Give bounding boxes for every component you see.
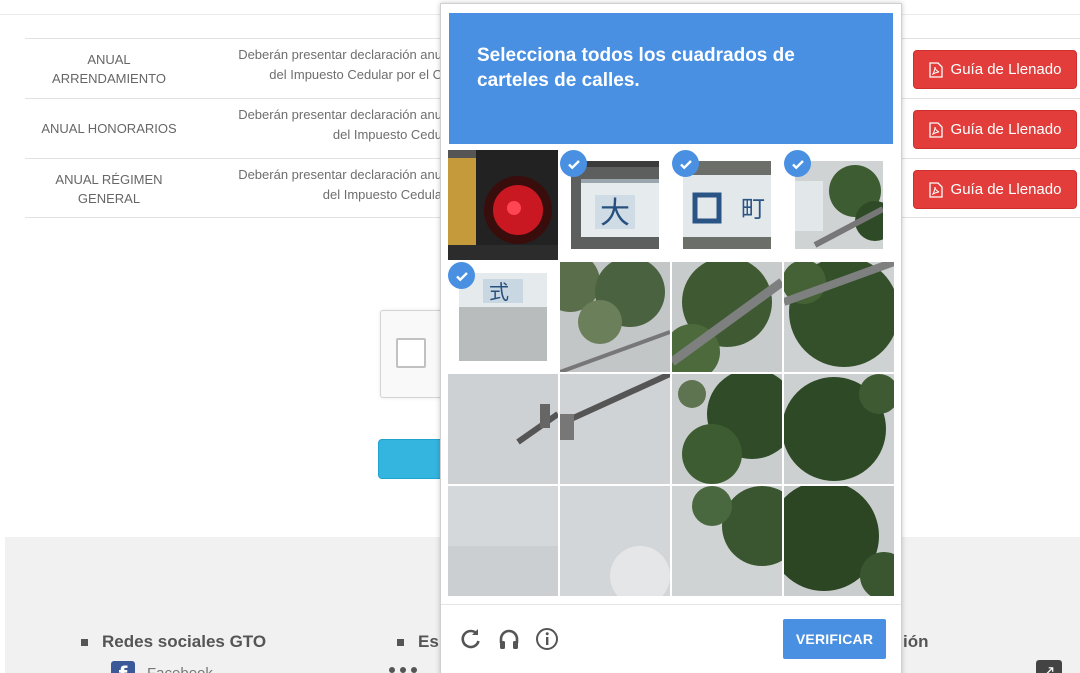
tile-image xyxy=(795,161,883,249)
guia-llenado-button[interactable]: Guía de Llenado xyxy=(913,50,1077,89)
footer-heading-3: ión xyxy=(903,632,929,652)
facebook-label: Facebook xyxy=(147,664,213,673)
description-line: Deberán presentar declaración anu xyxy=(238,47,442,62)
image-tile-pole[interactable] xyxy=(560,374,670,484)
image-tile-trees[interactable] xyxy=(672,262,782,372)
description-line: del Impuesto Cedula xyxy=(322,187,442,202)
image-tile-street-sign[interactable]: 大 xyxy=(560,150,670,260)
pdf-icon xyxy=(928,181,943,198)
image-tile-trees[interactable] xyxy=(672,374,782,484)
recaptcha-challenge: Selecciona todos los cuadrados de cartel… xyxy=(440,3,902,673)
pdf-icon xyxy=(928,121,943,138)
facebook-icon: f xyxy=(111,661,135,673)
image-tile-trees[interactable] xyxy=(784,262,894,372)
challenge-header: Selecciona todos los cuadrados de cartel… xyxy=(449,13,893,144)
footer-heading-text: Redes sociales GTO xyxy=(102,632,267,651)
image-tile-traffic-light[interactable] xyxy=(448,150,558,260)
footer-heading-social: Redes sociales GTO xyxy=(81,632,266,652)
description-line: Deberán presentar declaración anu xyxy=(238,107,442,122)
image-tile-sky[interactable] xyxy=(448,486,558,596)
tile-image xyxy=(672,262,782,372)
footer-heading-text: ión xyxy=(903,632,929,651)
image-grid: 大 町 式 xyxy=(448,150,894,596)
selected-check-icon xyxy=(448,262,475,289)
tile-image xyxy=(672,374,782,484)
reload-icon[interactable] xyxy=(459,627,483,651)
info-icon[interactable] xyxy=(535,627,559,651)
tile-image xyxy=(672,486,782,596)
tile-image: 町 xyxy=(683,161,771,249)
recaptcha-checkbox[interactable] xyxy=(396,338,426,368)
svg-text:町: 町 xyxy=(741,195,765,223)
external-link-icon[interactable]: ↗ xyxy=(1036,660,1062,673)
declaration-description: Deberán presentar declaración anu del Im… xyxy=(207,165,442,215)
image-tile-trees[interactable] xyxy=(784,374,894,484)
declaration-description: Deberán presentar declaración anu del Im… xyxy=(207,45,442,95)
tile-image xyxy=(784,262,894,372)
pdf-icon xyxy=(928,61,943,78)
facebook-link[interactable]: f Facebook xyxy=(111,661,213,673)
description-line: Deberán presentar declaración anu xyxy=(238,167,442,182)
guia-llenado-button[interactable]: Guía de Llenado xyxy=(913,110,1077,149)
guia-label: Guía de Llenado xyxy=(950,181,1062,198)
image-tile-sky[interactable] xyxy=(560,486,670,596)
image-tile-street-sign[interactable] xyxy=(784,150,894,260)
image-tile-trees[interactable] xyxy=(784,486,894,596)
tile-image xyxy=(560,262,670,372)
svg-text:式: 式 xyxy=(489,280,509,304)
challenge-footer: VERIFICAR xyxy=(441,604,901,673)
page: ANUAL ARRENDAMIENTO Deberán presentar de… xyxy=(0,0,1080,673)
footer-heading-text: Es xyxy=(418,632,439,651)
selected-check-icon xyxy=(784,150,811,177)
tile-image xyxy=(448,150,558,260)
tile-image xyxy=(560,486,670,596)
image-tile-pole[interactable] xyxy=(448,374,558,484)
description-line: del Impuesto Cedu xyxy=(332,127,442,142)
guia-label: Guía de Llenado xyxy=(950,121,1062,138)
declaration-description: Deberán presentar declaración anu del Im… xyxy=(207,105,442,155)
verify-button[interactable]: VERIFICAR xyxy=(783,619,886,659)
svg-text:大: 大 xyxy=(600,196,630,231)
tile-image xyxy=(784,486,894,596)
image-tile-trees[interactable] xyxy=(672,486,782,596)
selected-check-icon xyxy=(560,150,587,177)
image-tile-street-sign[interactable]: 式 xyxy=(448,262,558,372)
tile-image xyxy=(448,486,558,596)
declaration-type: ANUAL ARRENDAMIENTO xyxy=(52,51,166,86)
network-icon xyxy=(389,667,417,673)
guia-llenado-button[interactable]: Guía de Llenado xyxy=(913,170,1077,209)
tile-image xyxy=(560,374,670,484)
image-tile-street-sign[interactable]: 町 xyxy=(672,150,782,260)
footer-heading-2: Es xyxy=(397,632,439,652)
image-tile-trees[interactable] xyxy=(560,262,670,372)
tile-image: 大 xyxy=(571,161,659,249)
guia-label: Guía de Llenado xyxy=(950,61,1062,78)
declaration-type: ANUAL RÉGIMEN GENERAL xyxy=(55,171,163,206)
challenge-instructions: Selecciona todos los cuadrados de cartel… xyxy=(477,45,795,91)
audio-icon[interactable] xyxy=(497,627,521,651)
tile-image xyxy=(784,374,894,484)
selected-check-icon xyxy=(672,150,699,177)
tile-image xyxy=(448,374,558,484)
tile-image: 式 xyxy=(459,273,547,361)
description-line: del Impuesto Cedular por el C xyxy=(269,67,442,82)
declaration-type: ANUAL HONORARIOS xyxy=(41,121,177,136)
